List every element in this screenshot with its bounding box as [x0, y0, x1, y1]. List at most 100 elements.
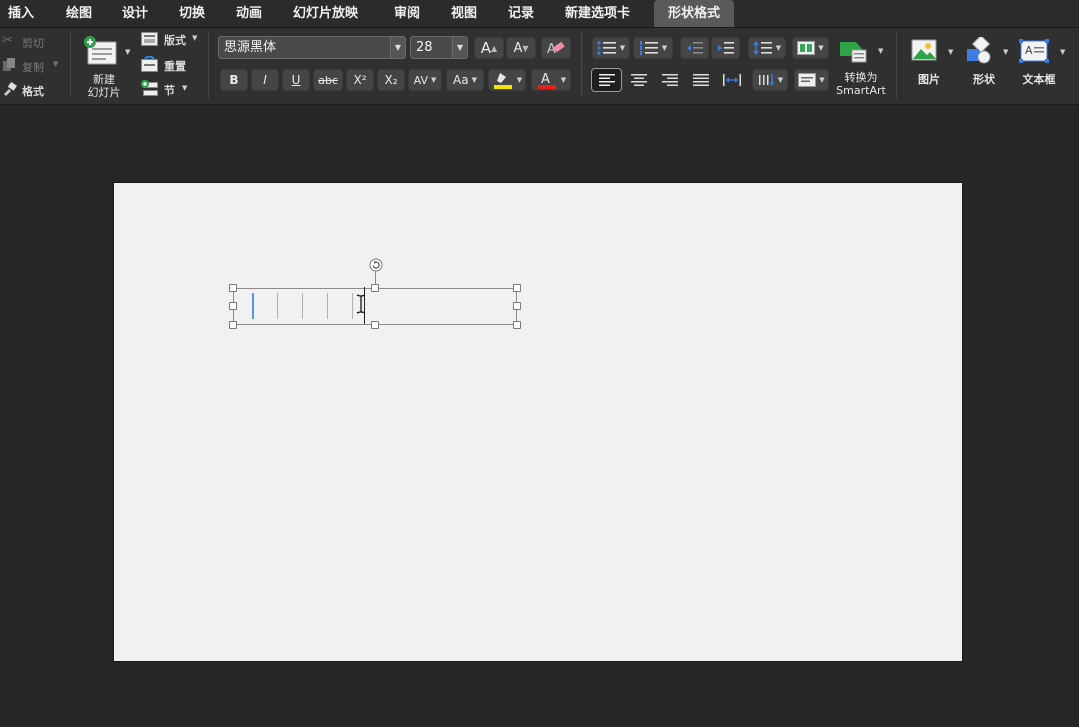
smartart-icon: [840, 42, 867, 63]
bullets-button[interactable]: ▼: [592, 37, 630, 59]
tab-draw[interactable]: 绘图: [66, 0, 92, 27]
chevron-down-icon: ▼: [878, 47, 884, 55]
font-size-value: 28: [416, 40, 433, 55]
decrease-indent-button[interactable]: [680, 37, 709, 59]
shape-button[interactable]: ▼ 形状: [962, 36, 1008, 90]
justify-button[interactable]: [686, 69, 715, 91]
eraser-icon: A: [547, 42, 565, 56]
tab-view[interactable]: 视图: [451, 0, 477, 27]
columns-icon: [797, 41, 816, 55]
align-text-button[interactable]: ▼: [794, 69, 829, 91]
resize-handle-bottom[interactable]: [371, 321, 379, 329]
text-direction-icon: [758, 74, 774, 86]
strikethrough-button[interactable]: abc: [313, 69, 343, 91]
character-spacing-label: AV: [413, 73, 428, 87]
chevron-down-icon: ▼: [819, 76, 825, 84]
tab-insert[interactable]: 插入: [8, 0, 34, 27]
highlight-color-button[interactable]: ▼: [488, 69, 526, 91]
align-left-button[interactable]: [591, 68, 622, 92]
chevron-down-icon: ▼: [192, 34, 198, 42]
reset-icon: [141, 56, 158, 72]
bold-button[interactable]: B: [220, 69, 248, 91]
new-slide-button[interactable]: ▼ 新建 幻灯片: [78, 32, 130, 100]
resize-handle-bottom-right[interactable]: [513, 321, 521, 329]
resize-handle-right[interactable]: [513, 302, 521, 310]
slide-canvas[interactable]: [114, 183, 962, 661]
section-button[interactable]: 节 ▼: [141, 80, 201, 98]
picture-icon: [911, 39, 937, 61]
arrow-up-icon: ▲: [491, 43, 498, 53]
tab-animations[interactable]: 动画: [236, 0, 262, 27]
increase-indent-button[interactable]: [711, 37, 740, 59]
change-case-button[interactable]: Aa ▼: [446, 69, 484, 91]
columns-button[interactable]: ▼: [792, 37, 829, 59]
text-direction-button[interactable]: ▼: [752, 69, 788, 91]
textbox-button[interactable]: A ▼ 文本框: [1017, 36, 1069, 90]
font-color-button[interactable]: A ▼: [531, 69, 571, 91]
chevron-down-icon: ▼: [661, 44, 668, 52]
tab-slideshow[interactable]: 幻灯片放映: [293, 0, 358, 27]
chevron-down-icon: ▼: [619, 44, 626, 52]
superscript-label: X²: [353, 73, 367, 87]
chevron-down-icon: ▼: [452, 37, 467, 58]
line-spacing-icon: [752, 41, 772, 55]
tab-review[interactable]: 审阅: [394, 0, 420, 27]
cut-label: 剪切: [22, 37, 44, 50]
layout-label: 版式: [164, 34, 186, 47]
subscript-button[interactable]: X₂: [377, 69, 405, 91]
convert-to-smartart-button[interactable]: ▼ 转换为 SmartArt: [832, 36, 890, 100]
format-painter-button[interactable]: 格式: [2, 81, 64, 99]
distributed-icon: [722, 74, 741, 86]
textbox-label: 文本框: [1022, 73, 1056, 86]
shrink-font-button[interactable]: A ▼: [506, 37, 536, 59]
picture-label: 图片: [918, 73, 940, 86]
reset-button[interactable]: 重置: [141, 56, 201, 74]
shapes-icon: [967, 37, 991, 64]
cut-button[interactable]: ✂ 剪切: [2, 33, 64, 51]
copy-label: 复制: [22, 61, 44, 74]
smartart-label-line2: SmartArt: [836, 84, 886, 97]
tab-design[interactable]: 设计: [122, 0, 148, 27]
resize-handle-bottom-left[interactable]: [229, 321, 237, 329]
distributed-button[interactable]: [717, 69, 746, 91]
decrease-indent-icon: [686, 42, 703, 54]
superscript-button[interactable]: X²: [346, 69, 374, 91]
tab-new-tab[interactable]: 新建选项卡: [565, 0, 630, 27]
svg-text:A: A: [541, 72, 550, 87]
reset-label: 重置: [164, 60, 186, 73]
resize-handle-top-left[interactable]: [229, 284, 237, 292]
clear-formatting-button[interactable]: A: [541, 37, 571, 59]
resize-handle-left[interactable]: [229, 302, 237, 310]
section-label: 节: [164, 84, 175, 97]
copy-button[interactable]: 复制 ▼: [2, 57, 64, 75]
change-case-label: Aa: [453, 73, 469, 87]
tab-record[interactable]: 记录: [508, 0, 534, 27]
textbox-icon: A: [1019, 39, 1049, 63]
character-spacing-button[interactable]: AV ▼: [408, 69, 442, 91]
underline-label: U: [291, 73, 301, 87]
resize-handle-top-right[interactable]: [513, 284, 521, 292]
scissors-icon: ✂: [2, 33, 13, 48]
line-spacing-button[interactable]: ▼: [748, 37, 786, 59]
tab-transitions[interactable]: 切换: [179, 0, 205, 27]
picture-button[interactable]: ▼ 图片: [907, 36, 953, 90]
font-color-icon: A: [537, 72, 556, 89]
font-size-select[interactable]: 28 ▼: [410, 36, 468, 59]
selected-textbox[interactable]: [233, 287, 517, 325]
italic-button[interactable]: I: [251, 69, 279, 91]
align-center-button[interactable]: [624, 69, 653, 91]
grow-font-button[interactable]: A ▲: [474, 37, 504, 59]
text-cursor: [252, 293, 254, 319]
tab-shape-format[interactable]: 形状格式: [654, 0, 735, 27]
rotation-handle-icon[interactable]: [369, 258, 383, 272]
underline-button[interactable]: U: [282, 69, 310, 91]
ribbon-tab-bar: 插入 绘图 设计 切换 动画 幻灯片放映 审阅 视图 记录 新建选项卡 形状格式: [0, 0, 1079, 28]
layout-button[interactable]: 版式 ▼: [141, 31, 201, 49]
layout-icon: [141, 32, 158, 46]
align-right-button[interactable]: [655, 69, 684, 91]
resize-handle-top[interactable]: [371, 284, 379, 292]
font-name-select[interactable]: 思源黑体 ▼: [218, 36, 406, 59]
chevron-down-icon: ▼: [818, 44, 824, 52]
bulleted-list-icon: [597, 41, 616, 55]
numbering-button[interactable]: ▼: [633, 37, 673, 59]
